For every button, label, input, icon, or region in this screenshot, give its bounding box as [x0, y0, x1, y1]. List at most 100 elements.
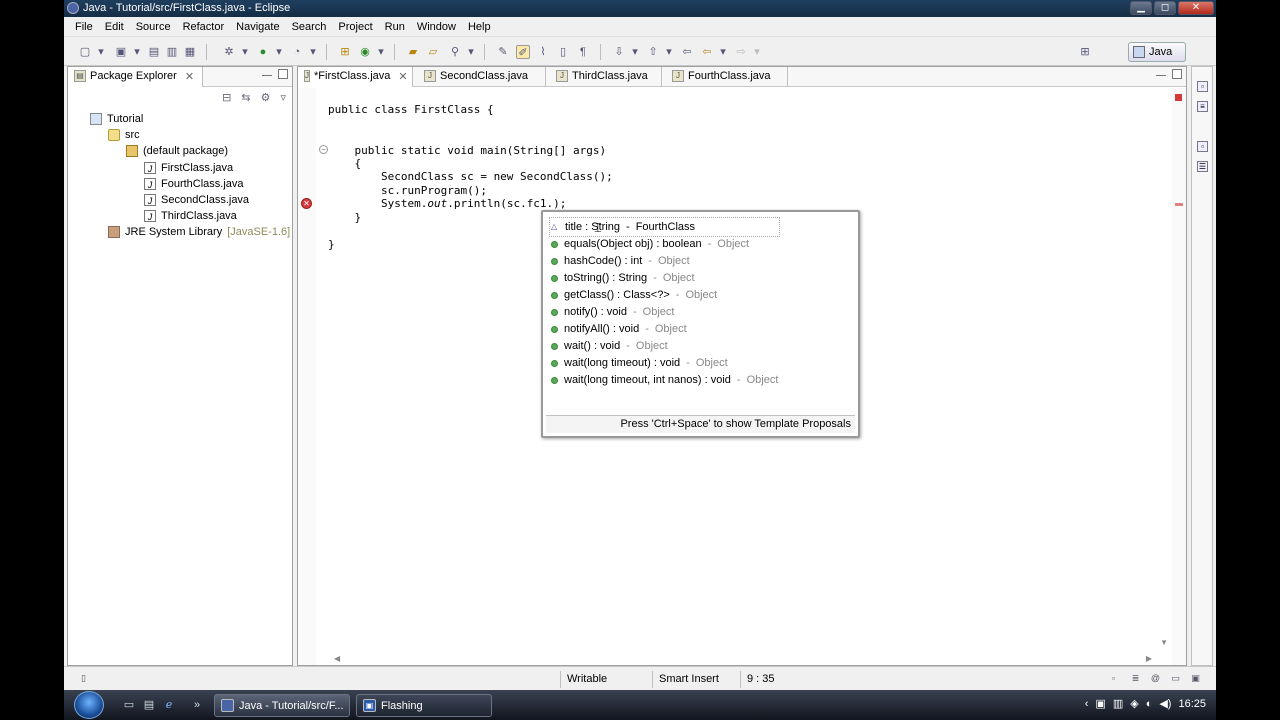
menu-search[interactable]: Search	[286, 21, 333, 33]
proposal-item[interactable]: notifyAll() : void - Object	[551, 321, 687, 337]
fast-view-icon[interactable]: ▯	[78, 673, 89, 684]
close-tab-icon[interactable]: ✕	[185, 70, 194, 83]
proposal-item[interactable]: getClass() : Class<?> - Object	[551, 287, 717, 303]
toggle-mark-occurrences-icon[interactable]: ✎	[496, 45, 510, 59]
menu-window[interactable]: Window	[411, 21, 462, 33]
proposal-item[interactable]: wait() : void - Object	[551, 338, 668, 354]
block-selection-icon[interactable]: ⌇	[536, 45, 550, 59]
error-summary-icon[interactable]	[1175, 94, 1182, 101]
minimize-view-icon[interactable]	[262, 73, 272, 76]
next-annotation-icon[interactable]: ⇩	[612, 45, 626, 59]
scroll-left-icon[interactable]: ◀	[334, 654, 340, 663]
menu-edit[interactable]: Edit	[99, 21, 130, 33]
new-package-icon[interactable]: ⊞	[338, 45, 352, 59]
tree-item-file[interactable]: J ThirdClass.java	[144, 208, 237, 224]
outline-icon[interactable]: ≡	[1197, 101, 1208, 112]
menu-help[interactable]: Help	[462, 21, 497, 33]
show-whitespace-icon[interactable]: ▯	[556, 45, 570, 59]
tree-item-default-package[interactable]: (default package)	[126, 143, 228, 159]
minimize-editor-icon[interactable]	[1156, 73, 1166, 76]
proposal-item[interactable]: toString() : String - Object	[551, 270, 695, 286]
taskbar-button-eclipse[interactable]: Java - Tutorial/src/F...	[214, 694, 350, 717]
restore-icon[interactable]: ▫	[1197, 81, 1208, 92]
minimize-button[interactable]: ▁	[1130, 1, 1152, 15]
java-perspective-button[interactable]: Java	[1128, 42, 1186, 62]
scroll-down-icon[interactable]: ▼	[1160, 638, 1168, 647]
internet-explorer-icon[interactable]: ℯ	[162, 699, 176, 711]
maximize-view-icon[interactable]	[278, 69, 288, 79]
print-icon[interactable]: ▦	[183, 45, 197, 59]
clock[interactable]: 16:25	[1178, 698, 1206, 711]
chevron-down-icon[interactable]: ▿	[280, 91, 286, 104]
menu-project[interactable]: Project	[332, 21, 378, 33]
dropdown-arrow-icon[interactable]: ▾	[662, 45, 676, 59]
tree-item-src[interactable]: src	[108, 127, 140, 143]
close-tab-icon[interactable]: ✕	[398, 70, 407, 87]
restore-icon[interactable]: ▫	[1197, 141, 1208, 152]
collapse-all-icon[interactable]: ⊟	[222, 91, 231, 104]
proposal-item[interactable]: notify() : void - Object	[551, 304, 674, 320]
save-icon[interactable]: ▤	[147, 45, 161, 59]
error-overview-mark[interactable]	[1175, 203, 1183, 206]
dropdown-arrow-icon[interactable]: ▾	[716, 45, 730, 59]
start-button[interactable]	[74, 691, 104, 719]
back-icon[interactable]: ⇦	[700, 45, 714, 59]
tab-package-explorer[interactable]: ▤ Package Explorer ✕	[68, 67, 204, 87]
previous-annotation-icon[interactable]: ⇧	[646, 45, 660, 59]
tab-secondclass[interactable]: J SecondClass.java	[418, 67, 546, 87]
restore-icon[interactable]: ▫	[1108, 673, 1119, 684]
javadoc-icon[interactable]: ≣	[1130, 673, 1141, 684]
fold-collapse-icon[interactable]: −	[319, 145, 328, 154]
dropdown-arrow-icon[interactable]: ▾	[238, 45, 252, 59]
dropdown-arrow-icon[interactable]: ▾	[130, 45, 144, 59]
tree-item-file[interactable]: J SecondClass.java	[144, 192, 249, 208]
open-resource-icon[interactable]: ▱	[426, 45, 440, 59]
open-perspective-icon[interactable]: ⊞	[1078, 45, 1092, 59]
quick-launch-chevron-icon[interactable]: »	[190, 699, 204, 711]
tab-fourthclass[interactable]: J FourthClass.java	[666, 67, 788, 87]
new-project-icon[interactable]: ▣	[114, 45, 128, 59]
tree-item-file[interactable]: J FourthClass.java	[144, 176, 244, 192]
menu-navigate[interactable]: Navigate	[230, 21, 285, 33]
menu-run[interactable]: Run	[379, 21, 411, 33]
error-icon[interactable]: ✕	[301, 198, 312, 209]
close-window-button[interactable]: ✕	[1178, 1, 1214, 15]
scroll-right-icon[interactable]: ▶	[1146, 654, 1152, 663]
highlight-icon[interactable]: ✐	[516, 45, 530, 59]
tree-item-project[interactable]: Tutorial	[90, 111, 143, 127]
taskbar-button-flashing[interactable]: ▣ Flashing	[356, 694, 492, 717]
dropdown-arrow-icon[interactable]: ▾	[306, 45, 320, 59]
pilcrow-icon[interactable]: ¶	[576, 45, 590, 59]
proposal-item[interactable]: hashCode() : int - Object	[551, 253, 690, 269]
problems-icon[interactable]: ▣	[1190, 673, 1201, 684]
debug-icon[interactable]: ✲	[222, 45, 236, 59]
proposal-item[interactable]: wait(long timeout, int nanos) : void - O…	[551, 372, 778, 388]
open-type-icon[interactable]: ▰	[406, 45, 420, 59]
dropdown-arrow-icon[interactable]: ▾	[750, 45, 764, 59]
menu-source[interactable]: Source	[130, 21, 177, 33]
menu-file[interactable]: File	[69, 21, 99, 33]
new-icon[interactable]: ▢	[78, 45, 92, 59]
dropdown-arrow-icon[interactable]: ▾	[374, 45, 388, 59]
proposal-item[interactable]: △ title : String - FourthClass	[549, 217, 780, 237]
save-all-icon[interactable]: ▥	[165, 45, 179, 59]
last-edit-icon[interactable]: ⇦	[680, 45, 694, 59]
dropdown-arrow-icon[interactable]: ▾	[464, 45, 478, 59]
update-icon[interactable]: ◐	[1146, 698, 1153, 711]
proposal-item[interactable]: equals(Object obj) : boolean - Object	[551, 236, 749, 252]
switch-windows-icon[interactable]: ▤	[142, 699, 156, 711]
dropdown-arrow-icon[interactable]: ▾	[94, 45, 108, 59]
menu-refactor[interactable]: Refactor	[177, 21, 231, 33]
search-icon[interactable]: ⚲	[448, 45, 462, 59]
proposal-item[interactable]: wait(long timeout) : void - Object	[551, 355, 728, 371]
new-class-icon[interactable]: ◉	[358, 45, 372, 59]
run-icon[interactable]: ●	[256, 45, 270, 59]
declaration-icon[interactable]: @	[1150, 673, 1161, 684]
security-icon[interactable]: ◈	[1130, 698, 1138, 711]
volume-icon[interactable]: ◀)	[1159, 698, 1171, 711]
tab-thirdclass[interactable]: J ThirdClass.java	[550, 67, 662, 87]
show-desktop-icon[interactable]: ▭	[122, 699, 136, 711]
task-list-icon[interactable]: ☰	[1197, 161, 1208, 172]
maximize-editor-icon[interactable]	[1172, 69, 1182, 79]
tree-item-jre[interactable]: JRE System Library [JavaSE-1.6]	[108, 224, 290, 240]
